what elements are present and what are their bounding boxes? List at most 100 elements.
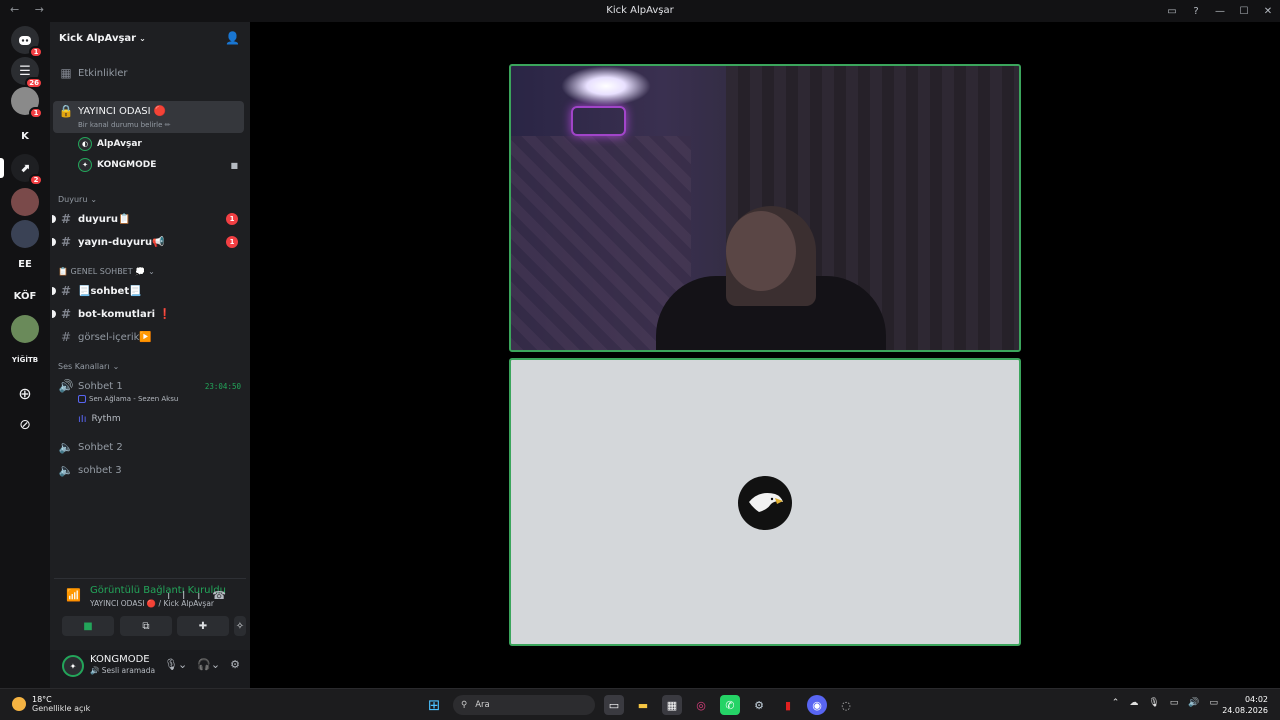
discord-icon[interactable]: ◉ [807,695,827,715]
steam-icon[interactable]: ⚙ [749,695,769,715]
speaker-icon: 🔈 [58,440,74,454]
video-tile-avatar[interactable] [509,358,1021,646]
signal-icon[interactable]: 📶 [66,588,81,602]
voice-connection-panel: 📶 Görüntülü Bağlantı Kuruldu YAYINCI ODA… [54,578,246,646]
microphone-icon[interactable]: 🎙 [1148,698,1159,708]
channel-sohbet[interactable]: # 📃sohbet📃 [52,281,244,301]
chevron-up-icon[interactable]: ⌃ [1112,698,1120,708]
window-controls: ▭ ? — ☐ ✕ [1160,0,1280,22]
voice-timer: 23:04:50 [204,381,241,391]
volume-icon[interactable]: 🔊 [1188,698,1199,708]
server-avatar[interactable] [11,220,39,248]
network-icon[interactable]: ▭ [1170,698,1179,708]
weather-desc: Genellikle açık [32,704,91,713]
channel-yayinci-odasi[interactable]: 🔒 YAYINCI ODASI 🔴 [58,101,244,121]
explore-icon[interactable]: ⊘ [11,411,39,439]
events-item[interactable]: ▦ Etkinlikler [58,63,244,83]
voice-user-rythm[interactable]: ıIı Rythm [78,410,121,428]
waveform-icon: ıIı [78,413,87,425]
activity-button[interactable]: ✚ [177,616,229,636]
chevron-down-icon: ⌄ [112,362,120,371]
user-panel: ✦ KONGMODE 🔊 Sesli aramada 🎙⌄ 🎧⌄ ⚙ [50,650,250,688]
camera-icon: ■ [230,160,238,170]
events-label: Etkinlikler [78,67,128,79]
invite-icon[interactable]: 👤 [225,31,240,45]
weather-widget[interactable]: 18°C Genellikle açık [12,695,90,713]
headphones-icon[interactable]: 🎧⌄ [197,658,220,671]
microphone-icon[interactable]: 🎙⌄ [164,658,187,671]
close-button[interactable]: ✕ [1256,6,1280,17]
active-server-pill [0,158,4,178]
server-name: Kick AlpAvşar [59,32,137,44]
minimize-button[interactable]: — [1208,6,1232,17]
chevron-down-icon: ⌄ [90,195,98,204]
server-avatar[interactable]: 1 [11,87,43,119]
avatar[interactable]: ✦ [62,655,84,677]
taskbar: 18°C Genellikle açık ⊞ ⚲ Ara ▭ ▬ ▦ ◎ ✆ ⚙… [0,688,1280,720]
soundboard-button[interactable]: ✧ [234,616,246,636]
server-rail: 1 ☰ 26 1 K ⬈ 2 EE KÖF YİĞİTB ⊕ ⊘ [0,22,50,688]
category-genel-sohbet[interactable]: 📋 GENEL SOHBET 💭 ⌄ [58,267,155,276]
server-kof[interactable]: KÖF [11,282,39,310]
speaker-icon: 🔊 [58,379,74,393]
channel-yayin-duyuru[interactable]: # yayın-duyuru📢 1 [52,232,244,252]
camera-toggle-button[interactable]: ■ [62,616,114,636]
activity-status: Sen Ağlama - Sezen Aksu [78,395,178,403]
task-view-icon[interactable]: ▭ [604,695,624,715]
gear-icon[interactable]: ⚙ [230,658,240,671]
category-duyuru[interactable]: Duyuru ⌄ [58,195,97,204]
store-icon[interactable]: ▦ [662,695,682,715]
inbox-icon[interactable]: ▭ [1160,6,1184,17]
server-kick-icon[interactable]: ⬈ 2 [11,154,43,186]
channel-bot-komutlari[interactable]: # bot-komutlari ❗ [52,304,244,324]
category-ses-kanallari[interactable]: Ses Kanalları ⌄ [58,362,119,371]
server-header[interactable]: Kick AlpAvşar ⌄ 👤 [50,22,250,54]
channel-status-placeholder[interactable]: Bir kanal durumu belirle ✏ [78,121,171,129]
discord-home-icon[interactable]: 1 [11,26,43,58]
clock[interactable]: 04:02 24.08.2026 [1222,694,1268,716]
channel-gorsel-icerik[interactable]: # görsel-içerik▶️ [58,327,244,347]
server-icon[interactable]: ☰ 26 [11,57,43,89]
voice-user[interactable]: ✦ KONGMODE ■ [78,156,238,174]
noise-suppression-icon[interactable]: ılı [167,589,212,602]
help-icon[interactable]: ? [1184,6,1208,17]
server-yigitb[interactable]: YİĞİTB [11,346,39,374]
battery-icon[interactable]: ▭ [1209,698,1218,708]
voice-channel-sohbet-1[interactable]: 🔊 Sohbet 1 23:04:50 [58,376,244,396]
server-avatar[interactable] [11,188,39,216]
opera-gx-icon[interactable]: ◎ [691,695,711,715]
user-avatar: ◐ [78,137,92,151]
user-status: 🔊 Sesli aramada [90,666,156,675]
hashtag-icon: # [60,235,72,249]
taskbar-search[interactable]: ⚲ Ara [453,695,595,715]
add-server-icon[interactable]: ⊕ [11,379,39,407]
voice-user[interactable]: ◐ AlpAvşar [78,135,142,153]
screen-share-button[interactable]: ⧉ [120,616,172,636]
hashtag-icon: # [60,307,72,321]
voice-channel-sohbet-3[interactable]: 🔈 sohbet 3 [58,460,244,480]
maximize-button[interactable]: ☐ [1232,6,1256,17]
windows-start-icon[interactable]: ⊞ [424,695,444,715]
user-avatar: ✦ [78,158,92,172]
disconnect-icon[interactable]: ☎ [212,589,238,602]
server-ee[interactable]: EE [11,250,39,278]
taskbar-apps: ⊞ ⚲ Ara ▭ ▬ ▦ ◎ ✆ ⚙ ▮ ◉ ◌ [424,695,856,715]
weather-temp: 18°C [32,695,52,704]
obs-icon[interactable]: ◌ [836,695,856,715]
video-tile-camera[interactable] [509,64,1021,352]
whatsapp-icon[interactable]: ✆ [720,695,740,715]
hashtag-icon: # [60,212,72,226]
file-explorer-icon[interactable]: ▬ [633,695,653,715]
person-head [726,211,796,291]
channel-duyuru[interactable]: # duyuru📋 1 [52,209,244,229]
weather-icon [12,697,26,711]
server-avatar[interactable] [11,315,39,343]
channel-name: YAYINCI ODASI 🔴 [78,105,167,117]
cloud-icon[interactable]: ☁ [1129,698,1138,708]
username[interactable]: KONGMODE [90,654,150,665]
app-icon[interactable]: ▮ [778,695,798,715]
server-k[interactable]: K [11,122,39,150]
voice-channel-sohbet-2[interactable]: 🔈 Sohbet 2 [58,437,244,457]
video-stage [250,22,1280,688]
chevron-down-icon: ⌄ [139,33,146,43]
